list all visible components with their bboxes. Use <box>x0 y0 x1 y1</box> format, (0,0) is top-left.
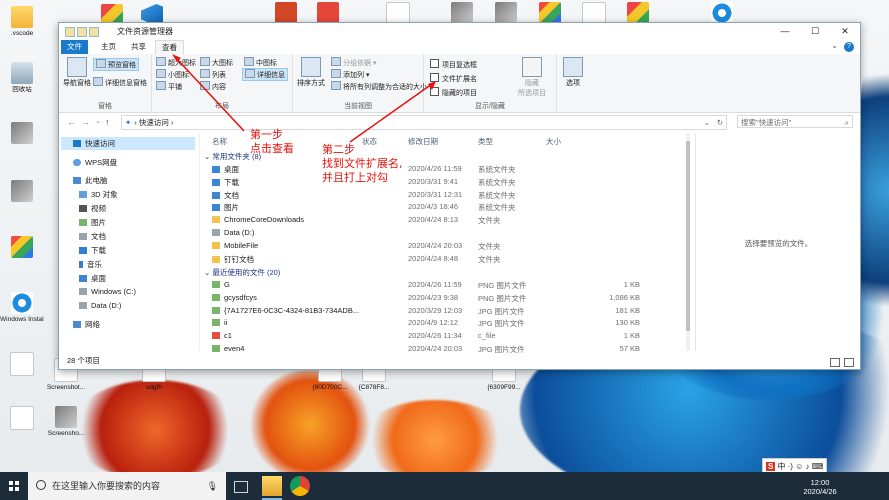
step1-arrow <box>175 57 245 132</box>
file-explorer-taskbar-icon[interactable] <box>262 476 282 500</box>
step1-arrowhead <box>172 54 181 62</box>
chrome-icon[interactable] <box>290 476 310 496</box>
clock[interactable]: 12:00 2020/4/26 <box>795 478 845 496</box>
step2-arrowhead <box>428 81 436 90</box>
task-view-icon[interactable] <box>234 481 248 493</box>
search-icon <box>36 480 46 490</box>
windows-logo-icon <box>9 481 19 491</box>
taskbar-search-box[interactable]: 在这里输入你要搜索的内容 🎙 <box>28 472 226 500</box>
taskbar: 在这里输入你要搜索的内容 🎙 12:00 2020/4/26 <box>0 472 889 500</box>
annotation-step1: 第一步 点击查看 <box>250 128 294 155</box>
start-button[interactable] <box>0 472 28 500</box>
sogou-icon: S <box>766 462 776 471</box>
step2-arrow <box>349 83 433 143</box>
annotation-step2: 第二步 找到文件扩展名, 并且打上对勾 <box>322 143 403 184</box>
microphone-icon[interactable]: 🎙 <box>207 472 218 500</box>
annotation-arrows <box>172 54 436 143</box>
